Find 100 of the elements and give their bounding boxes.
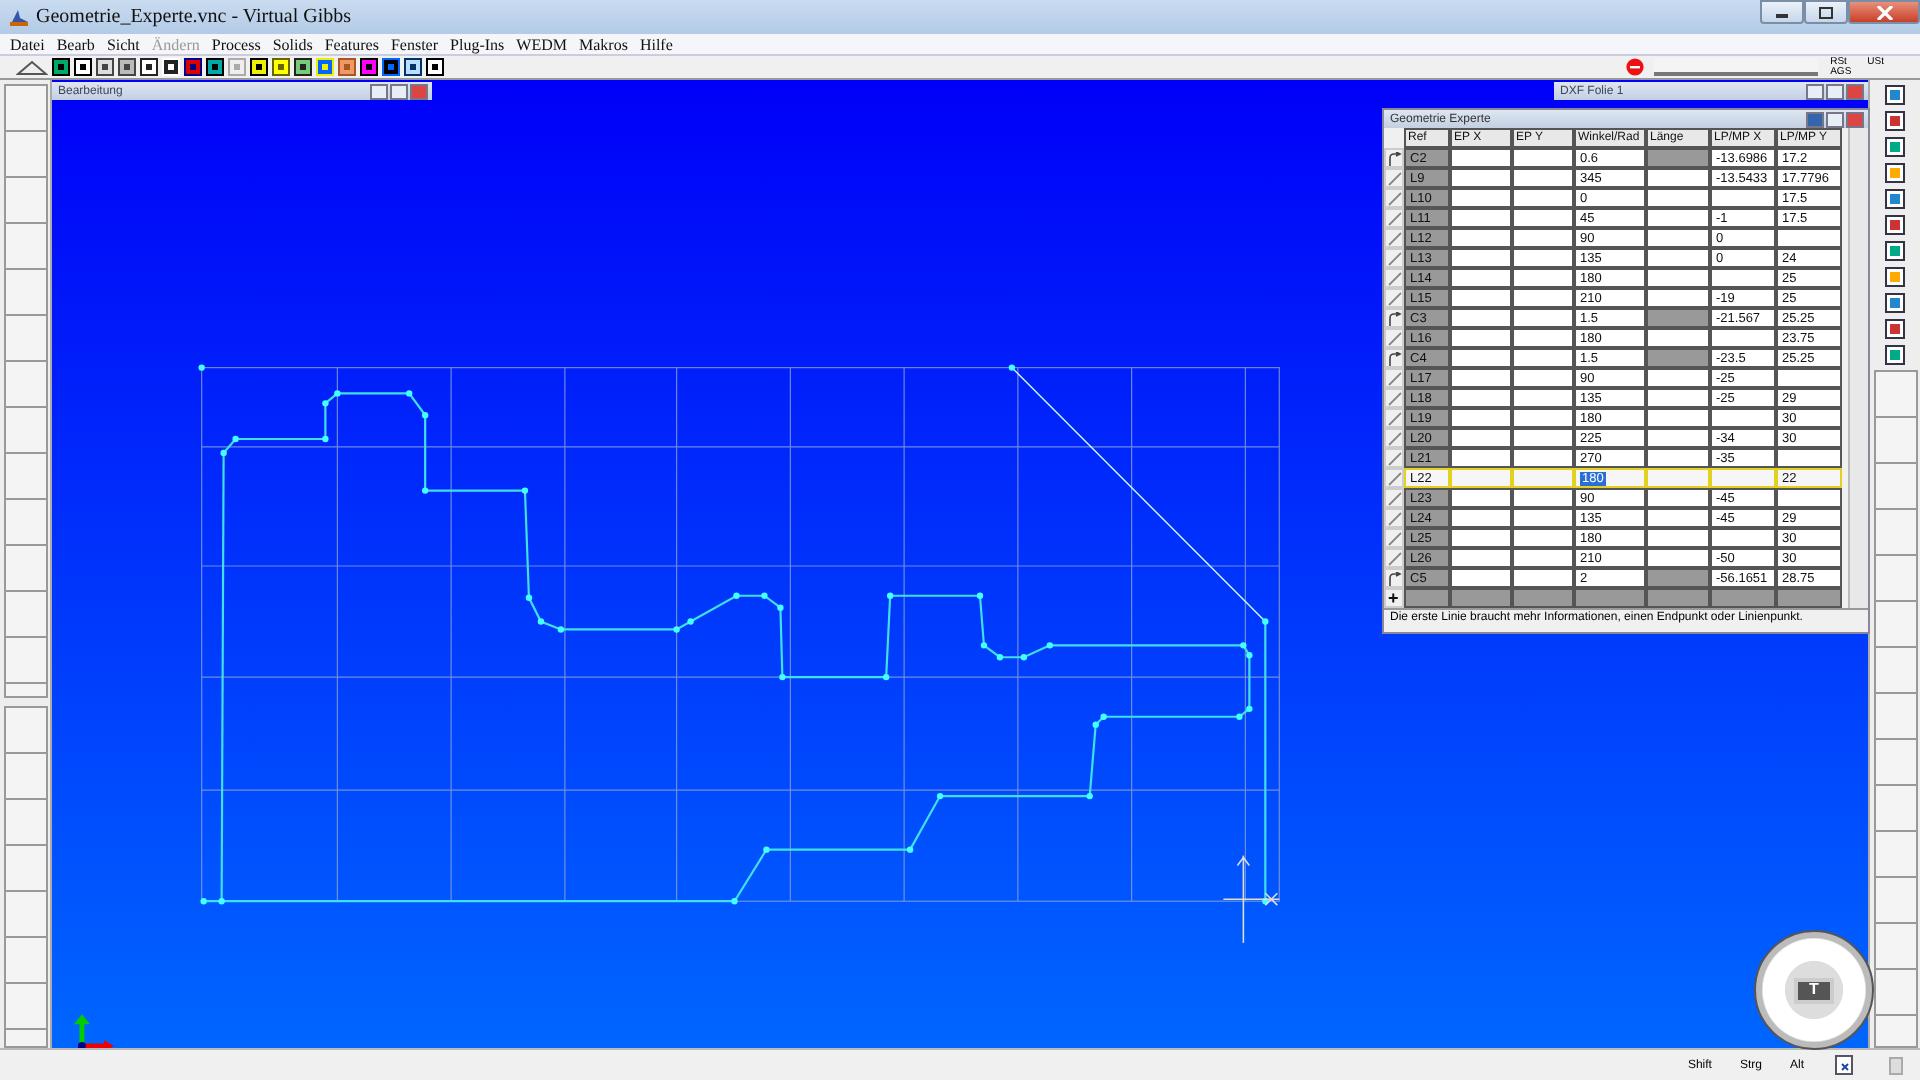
menu-item[interactable]: Datei	[4, 35, 51, 53]
table-cell	[1512, 348, 1574, 368]
table-cell	[1512, 208, 1574, 228]
table-cell	[1646, 528, 1710, 548]
maximize-icon	[1818, 5, 1834, 19]
table-cell	[1450, 588, 1512, 608]
table-cell	[1646, 408, 1710, 428]
tool-palette[interactable]	[4, 706, 48, 1048]
table-cell	[1450, 308, 1512, 328]
table-cell	[1512, 188, 1574, 208]
table-cell	[1450, 508, 1512, 528]
table-cell	[1512, 468, 1574, 488]
table-cell	[1450, 228, 1512, 248]
table-cell	[1646, 288, 1710, 308]
table-cell	[1512, 508, 1574, 528]
menu-item[interactable]: Bearb	[50, 35, 101, 53]
table-cell	[1512, 308, 1574, 328]
table-cell	[1646, 188, 1710, 208]
app-icon	[8, 6, 30, 28]
close-button[interactable]	[1848, 0, 1920, 24]
table-cell	[1450, 388, 1512, 408]
menu-item[interactable]: Fenster	[384, 35, 445, 53]
table-cell	[1646, 588, 1710, 608]
table-cell	[1646, 268, 1710, 288]
close-icon[interactable]	[410, 83, 428, 99]
table-cell	[1574, 588, 1646, 608]
table-cell	[1646, 448, 1710, 468]
table-cell	[1710, 268, 1776, 288]
table-cell	[1776, 368, 1842, 388]
table-cell	[1450, 248, 1512, 268]
scrollbar[interactable]	[1848, 128, 1868, 608]
menu-item[interactable]: Features	[318, 35, 385, 53]
stop-icon[interactable]	[1626, 58, 1645, 76]
menu-item[interactable]: Sicht	[100, 35, 146, 53]
arc-icon	[1388, 571, 1402, 585]
table-cell	[1646, 348, 1710, 368]
table-cell	[1512, 268, 1574, 288]
table-cell	[1450, 528, 1512, 548]
table-cell	[1450, 468, 1512, 488]
table-cell	[1450, 368, 1512, 388]
table-cell	[1646, 428, 1710, 448]
table-cell	[1646, 548, 1710, 568]
table-cell	[1512, 528, 1574, 548]
maximize-button[interactable]	[1804, 0, 1848, 24]
table-cell	[1710, 328, 1776, 348]
table-cell	[1450, 148, 1512, 168]
table-cell	[1450, 428, 1512, 448]
table-cell	[1776, 488, 1842, 508]
table-cell	[1450, 488, 1512, 508]
menu-item[interactable]: Hilfe	[633, 35, 679, 53]
table-cell	[1450, 448, 1512, 468]
table-cell	[1404, 588, 1450, 608]
table-cell	[1646, 168, 1710, 188]
square-icon[interactable]	[52, 58, 70, 76]
table-cell	[1512, 328, 1574, 348]
table-cell	[1450, 548, 1512, 568]
table-cell	[1646, 308, 1710, 328]
table-cell	[1776, 448, 1842, 468]
restore-icon[interactable]	[1806, 83, 1824, 99]
minimize-button[interactable]	[1760, 0, 1804, 24]
table-cell	[1450, 408, 1512, 428]
menu-item[interactable]: Plug-Ins	[444, 35, 511, 53]
table-cell	[1512, 388, 1574, 408]
table-cell	[1710, 188, 1776, 208]
table-cell	[1646, 568, 1710, 588]
table-cell	[1646, 148, 1710, 168]
table-cell	[1450, 188, 1512, 208]
table-cell	[1710, 588, 1776, 608]
table-cell	[1646, 328, 1710, 348]
table-cell	[1512, 248, 1574, 268]
menu-item[interactable]: Process	[205, 35, 267, 53]
menu-item[interactable]: WEDM	[510, 35, 573, 53]
text-button[interactable]: T	[1794, 977, 1834, 1003]
table-cell	[1646, 248, 1710, 268]
table-cell	[1646, 208, 1710, 228]
table-cell	[1710, 468, 1776, 488]
add-row-button[interactable]: +	[1384, 588, 1404, 608]
table-cell	[1646, 468, 1710, 488]
table-cell	[1512, 368, 1574, 388]
table-cell	[1450, 168, 1512, 188]
table-cell	[1646, 228, 1710, 248]
table-cell	[1450, 328, 1512, 348]
menu-item[interactable]: Solids	[266, 35, 319, 53]
minimize-icon[interactable]	[390, 83, 408, 99]
square-icon[interactable]	[206, 58, 224, 76]
table-cell	[1512, 408, 1574, 428]
table-cell	[1512, 288, 1574, 308]
axis-icon	[73, 1014, 114, 1048]
table-cell	[1512, 228, 1574, 248]
table-cell	[1512, 428, 1574, 448]
table-cell	[1710, 408, 1776, 428]
menu-item[interactable]: Makros	[572, 35, 634, 53]
table-cell	[1646, 488, 1710, 508]
table-cell	[1450, 288, 1512, 308]
table-cell	[1776, 228, 1842, 248]
restore-icon[interactable]	[370, 83, 388, 99]
table-cell	[1512, 588, 1574, 608]
table-cell	[1646, 388, 1710, 408]
arc-icon	[1388, 351, 1402, 365]
table-cell	[1646, 368, 1710, 388]
